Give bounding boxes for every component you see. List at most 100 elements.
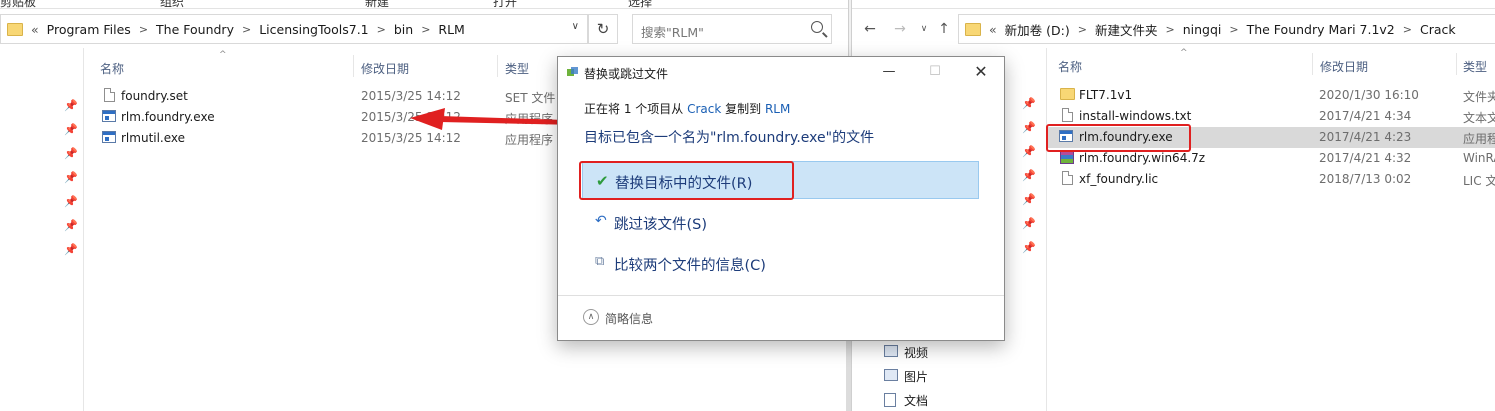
column-header-name[interactable]: 名称	[1058, 58, 1082, 75]
pin-icon[interactable]: 📌	[1022, 194, 1036, 206]
file-type: 文件夹	[1463, 90, 1495, 104]
breadcrumb-item[interactable]: 新加卷 (D:)	[1005, 20, 1070, 39]
search-icon[interactable]	[811, 21, 823, 33]
left-address-bar[interactable]: « Program Files > The Foundry > Licensin…	[0, 14, 588, 44]
document-icon	[1062, 171, 1073, 185]
breadcrumb-chevron-icon[interactable]: >	[1229, 23, 1238, 36]
pictures-icon	[884, 369, 898, 381]
pin-icon[interactable]: 📌	[64, 100, 78, 112]
pin-icon[interactable]: 📌	[1022, 122, 1036, 134]
column-header-date[interactable]: 修改日期	[361, 60, 409, 77]
skip-icon: ↶	[595, 213, 607, 229]
pin-icon[interactable]: 📌	[64, 220, 78, 232]
folder-icon	[7, 22, 23, 36]
chevron-up-icon[interactable]: ∧	[583, 309, 599, 325]
pin-icon[interactable]: 📌	[1022, 146, 1036, 158]
nav-item-pictures[interactable]: 图片	[904, 368, 928, 385]
zip-icon	[1060, 150, 1074, 164]
copy-status-text: 正在将 1 个项目从 Crack 复制到 RLM	[584, 100, 790, 117]
breadcrumb-item[interactable]: The Foundry	[156, 22, 234, 37]
breadcrumb-item[interactable]: 新建文件夹	[1095, 20, 1158, 39]
file-date: 2017/4/21 4:34	[1319, 109, 1412, 123]
pin-icon[interactable]: 📌	[64, 244, 78, 256]
column-divider[interactable]	[497, 55, 498, 77]
dialog-footer: ∧ 简略信息	[558, 295, 1004, 340]
file-row[interactable]: FLT7.1v1 2020/1/30 16:10 文件夹	[1052, 85, 1495, 106]
column-header-type[interactable]: 类型	[1463, 58, 1487, 75]
ribbon-new-label[interactable]: 新建	[365, 0, 389, 8]
exe-icon	[102, 110, 116, 122]
pin-icon[interactable]: 📌	[1022, 98, 1036, 110]
breadcrumb-overflow[interactable]: «	[31, 22, 39, 37]
column-header-type[interactable]: 类型	[505, 60, 529, 77]
breadcrumb-overflow[interactable]: «	[989, 22, 997, 37]
breadcrumb-chevron-icon[interactable]: >	[1078, 23, 1087, 36]
file-date: 2017/4/21 4:32	[1319, 151, 1412, 165]
pin-icon[interactable]: 📌	[64, 196, 78, 208]
annotation-arrow-head	[410, 108, 445, 130]
breadcrumb-item[interactable]: Crack	[1420, 22, 1456, 37]
file-type: LIC 文件	[1463, 174, 1495, 188]
ribbon-clipboard-label: 剪贴板	[0, 0, 37, 9]
file-name: foundry.set	[121, 89, 188, 103]
nav-item-video[interactable]: 视频	[904, 344, 928, 361]
right-ribbon	[850, 0, 1495, 9]
ribbon-select-label[interactable]: 选择	[628, 0, 652, 8]
breadcrumb-chevron-icon[interactable]: >	[377, 23, 386, 36]
column-divider[interactable]	[353, 55, 354, 77]
close-button[interactable]: ✕	[958, 59, 1004, 85]
document-icon	[1062, 108, 1073, 122]
file-type: 应用程	[1463, 132, 1495, 146]
conflict-heading: 目标已包含一个名为"rlm.foundry.exe"的文件	[584, 130, 875, 146]
pin-icon[interactable]: 📌	[64, 124, 78, 136]
copy-files-icon	[567, 67, 578, 76]
skip-file-option[interactable]: ↶ 跳过该文件(S)	[582, 203, 979, 241]
maximize-button[interactable]: ☐	[912, 59, 958, 85]
refresh-button[interactable]: ↻	[588, 14, 618, 44]
breadcrumb-chevron-icon[interactable]: >	[1165, 23, 1174, 36]
pin-icon[interactable]: 📌	[64, 172, 78, 184]
destination-folder-link[interactable]: RLM	[765, 102, 790, 116]
file-date: 2018/7/13 0:02	[1319, 172, 1412, 186]
breadcrumb-chevron-icon[interactable]: >	[421, 23, 430, 36]
breadcrumb-chevron-icon[interactable]: >	[242, 23, 251, 36]
nav-item-documents[interactable]: 文档	[904, 392, 928, 409]
pin-icon[interactable]: 📌	[1022, 218, 1036, 230]
breadcrumb-item[interactable]: ningqi	[1183, 22, 1222, 37]
pin-icon[interactable]: 📌	[64, 148, 78, 160]
breadcrumb-item[interactable]: bin	[394, 22, 413, 37]
compare-files-label: 比较两个文件的信息(C)	[614, 258, 766, 274]
breadcrumb-item[interactable]: The Foundry Mari 7.1v2	[1247, 22, 1395, 37]
pin-icon[interactable]: 📌	[1022, 170, 1036, 182]
source-folder-link[interactable]: Crack	[687, 102, 721, 116]
column-divider[interactable]	[1312, 53, 1313, 75]
left-search-box[interactable]: 搜索"RLM"	[632, 14, 832, 44]
breadcrumb-item[interactable]: Program Files	[47, 22, 131, 37]
copy-status-middle: 复制到	[721, 102, 765, 116]
up-button[interactable]: ↑	[930, 14, 958, 44]
file-name: install-windows.txt	[1079, 109, 1192, 123]
pin-icon[interactable]: 📌	[1022, 242, 1036, 254]
address-dropdown-icon[interactable]: ∨	[572, 21, 579, 32]
fewer-details-toggle[interactable]: 简略信息	[605, 310, 653, 327]
video-icon	[884, 345, 898, 357]
exe-icon	[102, 131, 116, 143]
file-row[interactable]: xf_foundry.lic 2018/7/13 0:02 LIC 文件	[1052, 169, 1495, 190]
column-header-date[interactable]: 修改日期	[1320, 58, 1368, 75]
minimize-button[interactable]: —	[866, 59, 912, 85]
skip-file-label: 跳过该文件(S)	[614, 217, 708, 233]
file-date: 2020/1/30 16:10	[1319, 88, 1419, 102]
breadcrumb-chevron-icon[interactable]: >	[1403, 23, 1412, 36]
column-header-name[interactable]: 名称	[100, 60, 124, 77]
right-address-bar[interactable]: « 新加卷 (D:) > 新建文件夹 > ningqi > The Foundr…	[958, 14, 1495, 44]
breadcrumb-item[interactable]: RLM	[438, 22, 464, 37]
breadcrumb-chevron-icon[interactable]: >	[139, 23, 148, 36]
compare-files-option[interactable]: ⧉ 比较两个文件的信息(C)	[582, 244, 979, 282]
column-divider[interactable]	[1456, 53, 1457, 75]
annotation-highlight-box	[1046, 124, 1191, 152]
ribbon-open-label[interactable]: 打开	[493, 0, 517, 8]
back-button[interactable]: ←	[856, 14, 884, 44]
breadcrumb-item[interactable]: LicensingTools7.1	[259, 22, 368, 37]
folder-icon	[965, 22, 981, 36]
ribbon-organize-label[interactable]: 组织	[160, 0, 184, 8]
